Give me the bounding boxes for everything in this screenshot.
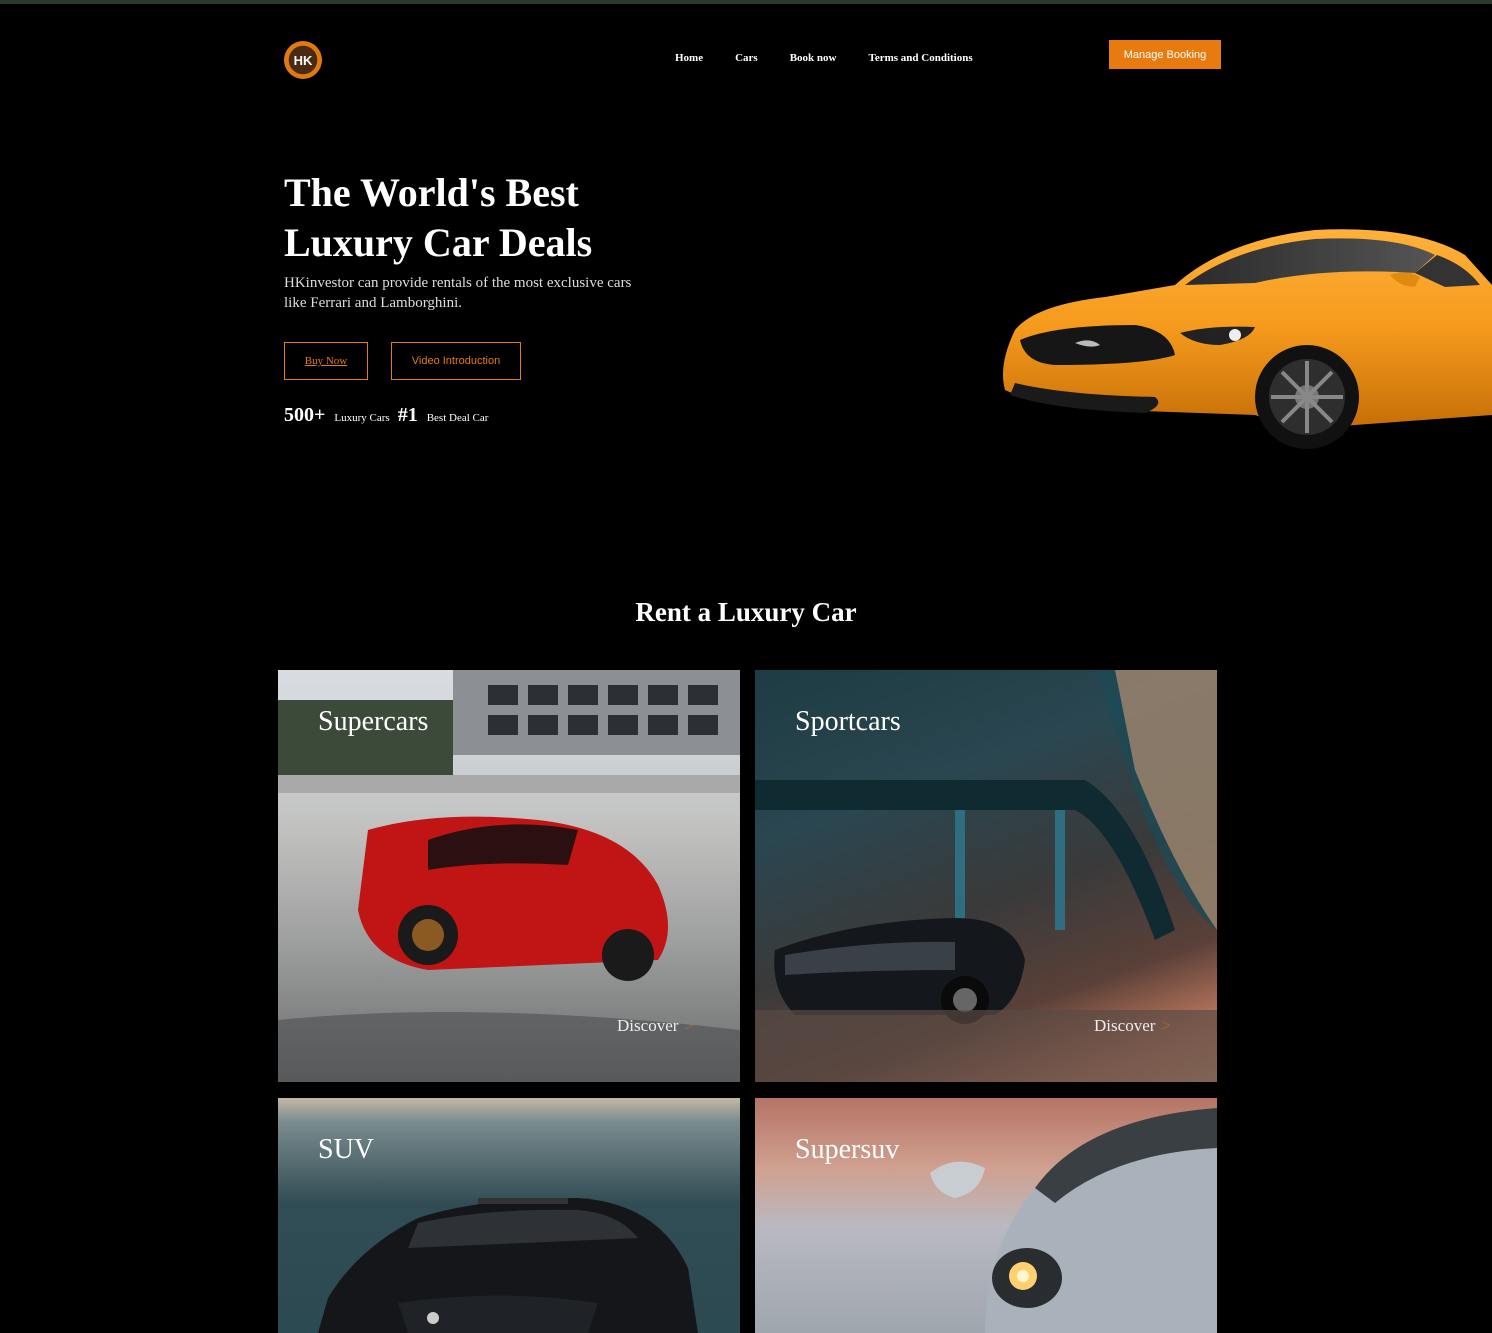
category-card-supercars[interactable]: Supercars Discover > bbox=[278, 670, 740, 1082]
hero-title-line-1: The World's Best bbox=[284, 170, 579, 215]
manage-booking-button[interactable]: Manage Booking bbox=[1109, 40, 1221, 69]
category-card-suv[interactable]: SUV bbox=[278, 1098, 740, 1333]
brand-logo[interactable]: HK bbox=[284, 41, 322, 79]
category-label-suv: SUV bbox=[318, 1134, 375, 1165]
discover-text: Discover bbox=[1094, 1016, 1156, 1035]
nav-book-now[interactable]: Book now bbox=[790, 52, 837, 64]
logo-text: HK bbox=[293, 52, 313, 68]
arrow-right-icon: > bbox=[1161, 1016, 1171, 1035]
arrow-right-icon: > bbox=[684, 1016, 694, 1035]
nav-home[interactable]: Home bbox=[675, 52, 703, 64]
hero-title-line-2: Luxury Car Deals bbox=[284, 220, 593, 265]
buy-now-button[interactable]: Buy Now bbox=[284, 342, 368, 380]
hero-title: The World's Best Luxury Car Deals bbox=[284, 168, 704, 268]
discover-link-supercars[interactable]: Discover > bbox=[617, 1016, 694, 1036]
category-label-supersuv: Supersuv bbox=[795, 1134, 900, 1165]
discover-text: Discover bbox=[617, 1016, 679, 1035]
top-border bbox=[0, 0, 1492, 4]
discover-link-sportcars[interactable]: Discover > bbox=[1094, 1016, 1171, 1036]
hero-stats: 500+ Luxury Cars #1 Best Deal Car bbox=[284, 404, 496, 427]
category-label-supercars: Supercars bbox=[318, 706, 429, 737]
category-card-sportcars[interactable]: Sportcars Discover > bbox=[755, 670, 1217, 1082]
stat-cars-number: 500+ bbox=[284, 404, 326, 426]
stat-rank-label: Best Deal Car bbox=[426, 412, 489, 424]
nav-cars[interactable]: Cars bbox=[735, 52, 758, 64]
category-label-sportcars: Sportcars bbox=[795, 706, 901, 737]
hero-subtitle: HKinvestor can provide rentals of the mo… bbox=[284, 275, 632, 311]
stat-rank-number: #1 bbox=[397, 404, 418, 426]
nav-terms[interactable]: Terms and Conditions bbox=[869, 52, 973, 64]
section-title: Rent a Luxury Car bbox=[635, 597, 857, 627]
category-card-supersuv[interactable]: Supersuv bbox=[755, 1098, 1217, 1333]
hero-car-image bbox=[1002, 229, 1492, 449]
stat-cars-label: Luxury Cars bbox=[334, 412, 390, 424]
video-introduction-button[interactable]: Video Introduction bbox=[391, 342, 521, 380]
main-nav: Home Cars Book now Terms and Conditions bbox=[675, 52, 1005, 64]
